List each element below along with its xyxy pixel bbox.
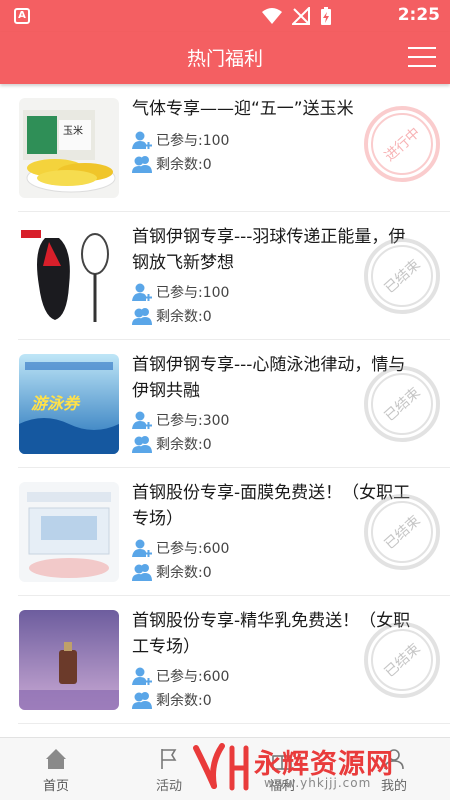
user-add-icon [132,131,152,149]
remaining-count: 剩余数:0 [132,690,212,710]
status-icons [262,6,332,26]
menu-icon-bar [408,56,436,58]
remaining-count-text: 剩余数:0 [156,437,212,453]
home-icon [46,749,66,769]
joined-count-text: 已参与:300 [156,413,230,429]
corn-thumbnail: 玉米 [19,98,119,198]
list-item[interactable]: 游泳券 首钢伊钢专享---心随泳池律动，情与伊钢共融 已参与:300 剩余数:0… [0,340,450,468]
status-clock: 2:25 [397,5,440,25]
status-stamp: 已结束 [358,616,446,704]
swim-ticket-thumbnail: 游泳券 [19,354,119,454]
app-notification-icon: A [14,8,30,24]
joined-count: 已参与:100 [132,130,229,150]
joined-count: 已参与:300 [132,410,229,430]
joined-count-text: 已参与:600 [156,669,230,685]
tab-home[interactable]: 首页 [16,738,96,800]
joined-count: 已参与:600 [132,538,229,558]
remaining-count-text: 剩余数:0 [156,693,212,709]
user-add-icon [132,667,152,685]
status-bar: A 2:25 [0,0,450,32]
remaining-count: 剩余数:0 [132,562,212,582]
watermark-url: www.yhkjjj.com [264,776,372,790]
list-item[interactable]: 玉米 气体专享——迎“五一”送玉米 已参与:100 剩余数:0 进行中 [0,84,450,212]
watermark-logo: 永辉资源网 www.yhkjjj.com [192,740,428,796]
essence-lotion-thumbnail [19,610,119,710]
joined-count: 已参与:600 [132,666,229,686]
app-header: 热门福利 [0,32,450,84]
list-item[interactable]: 首钢股份专享-面膜免费送！（女职工专场） 已参与:600 剩余数:0 已结束 [0,468,450,596]
yh-logo-icon [193,743,249,791]
remaining-count-text: 剩余数:0 [156,157,212,173]
remaining-count-text: 剩余数:0 [156,565,212,581]
users-icon [132,692,152,709]
menu-icon-bar [408,65,436,67]
users-icon [132,308,152,325]
remaining-count: 剩余数:0 [132,306,212,326]
svg-text:玉米: 玉米 [63,124,83,137]
user-add-icon [132,539,152,557]
racket-thumbnail [19,226,119,326]
status-stamp: 已结束 [358,360,446,448]
swim-ticket-label: 游泳券 [31,394,80,413]
menu-button[interactable] [408,44,436,70]
joined-count-text: 已参与:600 [156,541,230,557]
flag-icon [161,749,177,769]
joined-count-text: 已参与:100 [156,133,230,149]
users-icon [132,156,152,173]
tab-label: 首页 [42,779,69,794]
battery-charging-icon [321,7,331,25]
status-stamp: 已结束 [358,488,446,576]
no-signal-icon [292,7,310,25]
remaining-count: 剩余数:0 [132,154,212,174]
status-stamp: 进行中 [358,100,446,188]
facial-mask-thumbnail [19,482,119,582]
menu-icon-bar [408,47,436,49]
page-title: 热门福利 [186,48,263,70]
list-item[interactable]: 首钢伊钢专享---羽球传递正能量，伊钢放飞新梦想 已参与:100 剩余数:0 已… [0,212,450,340]
joined-count: 已参与:100 [132,282,229,302]
wifi-icon [262,8,282,24]
user-add-icon [132,283,152,301]
users-icon [132,436,152,453]
joined-count-text: 已参与:100 [156,285,230,301]
list-item[interactable]: 首钢股份专享-精华乳免费送！（女职工专场） 已参与:600 剩余数:0 已结束 [0,596,450,724]
user-add-icon [132,411,152,429]
remaining-count-text: 剩余数:0 [156,309,212,325]
users-icon [132,564,152,581]
status-stamp: 已结束 [358,232,446,320]
remaining-count: 剩余数:0 [132,434,212,454]
divider [18,723,450,724]
